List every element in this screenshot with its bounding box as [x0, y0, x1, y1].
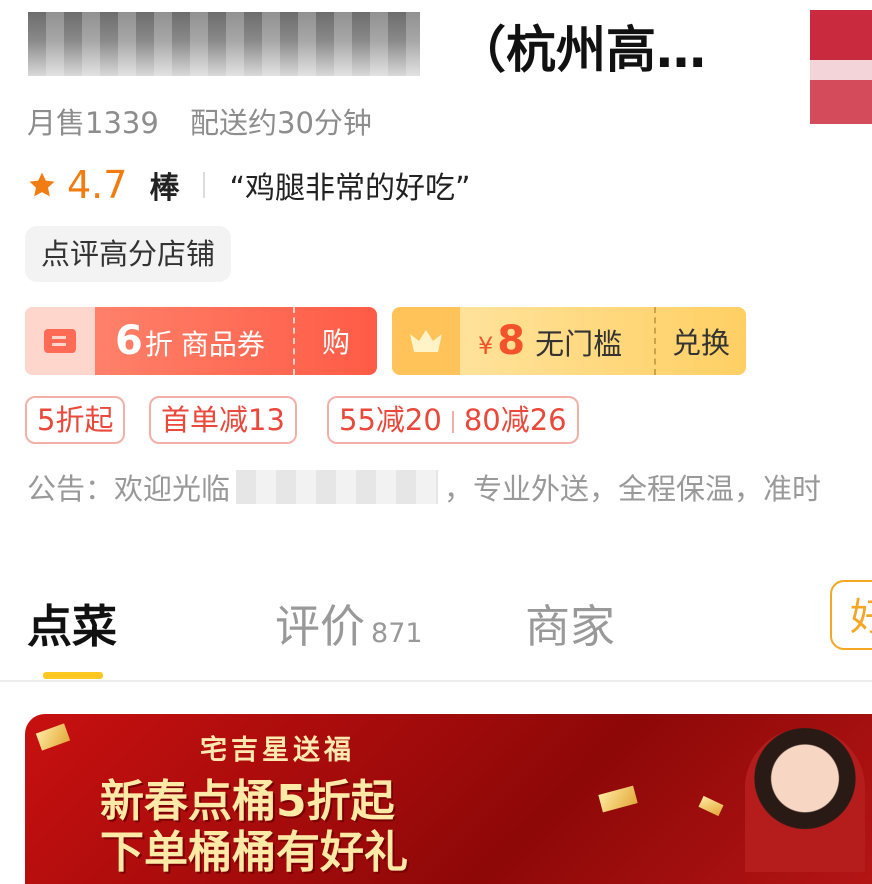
discount-coupon[interactable]: 6 折 商品券 购: [25, 307, 377, 375]
promo-pill-discount[interactable]: 5折起: [25, 396, 126, 444]
delivery-time: 配送约30分钟: [190, 106, 372, 140]
rating-praise: 棒: [149, 171, 180, 206]
promo-reduction-2: 80减26: [463, 403, 567, 437]
rating-row[interactable]: 4.7 棒 “鸡腿非常的好吃”: [27, 163, 471, 207]
promo-reduction-1: 55减20: [339, 403, 442, 437]
active-tab-indicator: [43, 672, 103, 679]
tab-divider: [0, 680, 872, 682]
notice-prefix: 公告：欢迎光临: [27, 472, 231, 506]
coupon-currency: ¥: [478, 332, 494, 360]
exchange-coupon[interactable]: ¥ 8 无门槛 兑换: [392, 307, 746, 375]
monthly-sales: 月售1339: [27, 106, 159, 140]
rating-score: 4.7: [67, 163, 128, 207]
notice-redacted: [236, 470, 439, 504]
store-notice[interactable]: 公告：欢迎光临 ，专业外送，全程保温，准时: [27, 466, 821, 508]
corner-button[interactable]: 好: [830, 580, 872, 650]
store-meta: 月售1339 配送约30分钟: [27, 100, 372, 142]
promo-pill-full-reduction[interactable]: 55减20 80减26: [327, 396, 579, 444]
banner-top-text: 宅吉星送福: [200, 735, 355, 766]
review-quote: “鸡腿非常的好吃”: [229, 171, 471, 206]
coupon-discount-value: 6: [115, 318, 143, 364]
coupon-discount-unit: 折: [144, 328, 173, 361]
tab-reviews[interactable]: 评价 871: [275, 590, 423, 655]
divider: [203, 172, 206, 198]
star-icon: [29, 172, 55, 197]
coupon-condition: 无门槛: [535, 327, 623, 361]
store-title: （杭州高…: [456, 21, 706, 79]
banner-line-2: 下单桶桶有好礼: [100, 827, 408, 878]
tab-order[interactable]: 点菜: [27, 590, 117, 655]
tab-merchant[interactable]: 商家: [525, 590, 615, 655]
buy-coupon-button[interactable]: 购: [293, 307, 377, 375]
notice-suffix: ，专业外送，全程保温，准时: [444, 472, 822, 506]
tab-reviews-count: 871: [371, 618, 423, 649]
store-tag[interactable]: 点评高分店铺: [25, 226, 232, 282]
store-name-redacted: [28, 12, 420, 76]
divider: [451, 411, 454, 433]
store-logo[interactable]: [810, 0, 872, 124]
banner-person-image: [745, 728, 865, 872]
coupon-name: 商品券: [180, 328, 265, 361]
ticket-icon: [25, 307, 95, 375]
exchange-button[interactable]: 兑换: [654, 307, 746, 375]
coupon-amount: 8: [497, 318, 526, 364]
tab-reviews-label: 评价: [275, 600, 366, 653]
crown-icon: [392, 307, 460, 375]
promo-pill-first-order[interactable]: 首单减13: [149, 396, 297, 444]
